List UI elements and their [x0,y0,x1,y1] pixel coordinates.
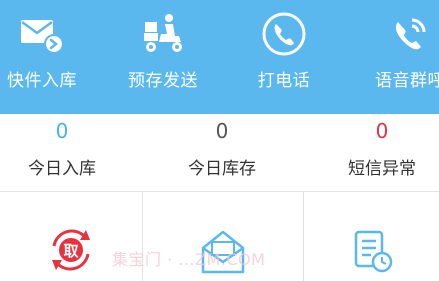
top-action-bar: 快件入库 预存发送 打电话 语音群呼 [0,0,439,114]
delivery-scooter-icon [144,14,182,52]
stat-value: 0 [215,119,229,143]
call-label: 打电话 [257,71,311,91]
stat-today-inbound[interactable]: 0 今日入库 [12,114,112,191]
records-button[interactable] [304,192,439,281]
stat-today-stock[interactable]: 0 今日库存 [172,114,272,191]
call-button[interactable]: 打电话 [240,0,328,114]
prestore-send-label: 预存发送 [128,71,198,91]
stat-value: 0 [375,119,389,143]
document-clock-icon [354,230,392,273]
voice-call-icon [395,18,426,50]
svg-text:取: 取 [63,242,79,260]
phone-icon [262,12,306,56]
pickup-qu-icon: 取 [52,229,90,271]
inbound-parcel-button[interactable]: 快件入库 [0,0,86,114]
stat-sms-error[interactable]: 0 短信异常 [332,114,432,191]
mail-arrow-icon [21,20,64,54]
stat-caption: 今日入库 [28,159,96,179]
inbound-parcel-label: 快件入库 [7,71,77,91]
stat-caption: 短信异常 [348,159,416,179]
stat-caption: 今日库存 [188,159,256,179]
voice-group-call-label: 语音群呼 [375,71,439,91]
stats-row: 0 今日入库 0 今日库存 0 短信异常 [0,114,439,191]
prestore-send-button[interactable]: 预存发送 [119,0,207,114]
watermark: 集宝门 · ...ZM.COM [112,250,266,269]
voice-group-call-button[interactable]: 语音群呼 [360,0,439,114]
stat-value: 0 [55,119,69,143]
